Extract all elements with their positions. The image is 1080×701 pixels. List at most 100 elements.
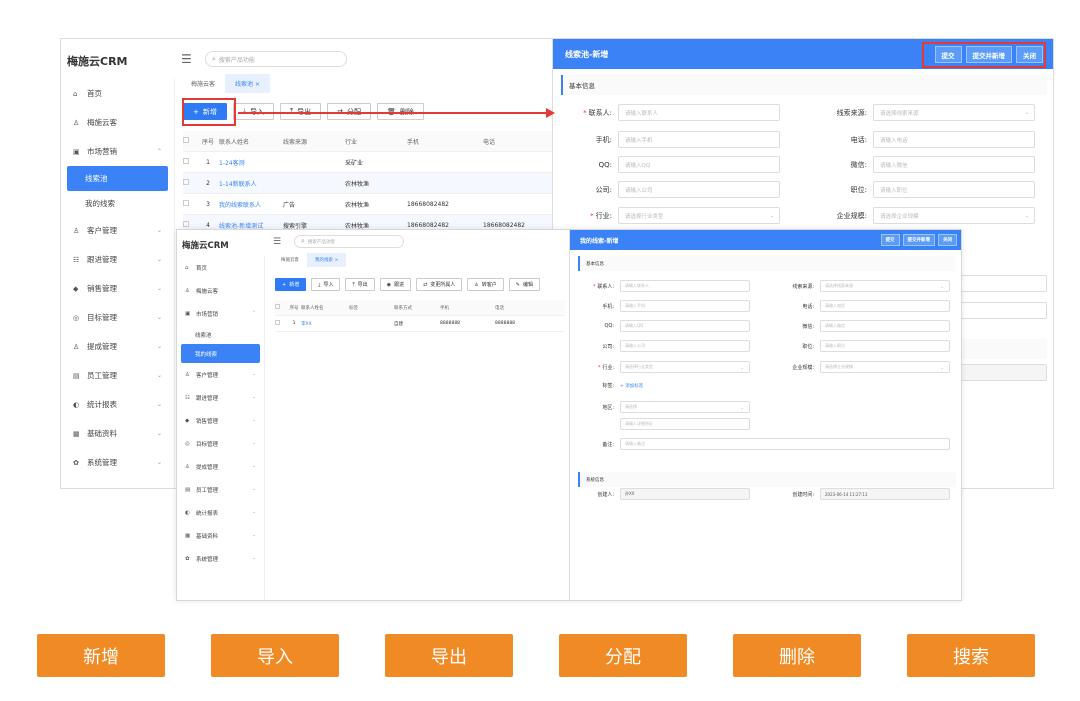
industry-select[interactable]: 请选择行业类型 ⌄ (620, 361, 750, 373)
column-header: 联系方式 (394, 305, 412, 311)
sidebar-item-staff[interactable]: ▤ 员工管理 ⌄ (177, 478, 264, 501)
scale-select[interactable]: 请选择企业规模 ⌄ (820, 361, 950, 373)
tab-lead-pool[interactable]: 线索池 × (225, 73, 270, 93)
sidebar-item-system[interactable]: ✿ 系统管理 ⌄ (61, 448, 174, 477)
row-checkbox[interactable] (183, 158, 189, 164)
follow-up-button[interactable]: ◉ 跟进 (379, 278, 412, 291)
sidebar-item-followup[interactable]: ☷ 跟进管理 ⌄ (177, 386, 264, 409)
hamburger-menu-icon[interactable]: ☰ (181, 52, 195, 66)
sidebar-item-customer-mgmt[interactable]: ♙ 客户管理 ⌄ (177, 363, 264, 386)
hamburger-menu-icon[interactable]: ☰ (273, 237, 287, 247)
sidebar-item-marketing[interactable]: ▣ 市场营销 ⌃ (177, 302, 264, 325)
sidebar-subitem-lead-pool[interactable]: 线索池 (177, 325, 264, 344)
source-select[interactable]: 请选择线索来源 ⌄ (820, 280, 950, 292)
mobile-input[interactable]: 请输入手机 (618, 131, 780, 148)
sidebar-item-home[interactable]: ⌂ 首页 (177, 256, 264, 279)
sidebar-subitem-my-leads[interactable]: 我的线索 (61, 191, 174, 216)
sidebar-item-basic-data[interactable]: ▦ 基础资料 ⌄ (61, 419, 174, 448)
change-owner-button[interactable]: ⇄ 变更所属人 (416, 278, 463, 291)
table-row[interactable]: 3 我的线索联系人 广告 农林牧渔 18668082482 (183, 194, 553, 215)
phone-input[interactable]: 请输入电话 (873, 131, 1035, 148)
sidebar-item-system[interactable]: ✿ 系统管理 ⌄ (177, 547, 264, 570)
company-input[interactable]: 请输入公司 (618, 181, 780, 198)
contact-input[interactable]: 请输入联系人 (618, 104, 780, 121)
select-all-checkbox[interactable] (183, 137, 189, 143)
contact-link[interactable]: 我的线索联系人 (219, 200, 283, 209)
sidebar-item-customers[interactable]: ♙ 梅施云客 (177, 279, 264, 302)
sidebar-subitem-my-leads[interactable]: 我的线索 (181, 344, 260, 363)
field-qq: QQ: 请输入QQ (578, 320, 750, 332)
sidebar-item-label: 销售管理 (196, 418, 219, 425)
address-input[interactable]: 请输入详细地址 (620, 418, 750, 430)
qq-input[interactable]: 请输入QQ (618, 156, 780, 173)
sidebar-item-basic-data[interactable]: ▦ 基础资料 ⌄ (177, 524, 264, 547)
table-row[interactable]: 1 1-24客测 采矿业 (183, 152, 553, 173)
row-checkbox[interactable] (275, 320, 280, 325)
close-icon[interactable]: × (255, 81, 260, 88)
field-tags: 标签: + 添加标签 (578, 382, 643, 389)
import-button[interactable]: ⤓导入 (311, 278, 341, 291)
wechat-input[interactable]: 请输入微信 (873, 156, 1035, 173)
button-label: 导入 (323, 282, 334, 288)
table-row[interactable]: 2 1-14新联系人 农林牧渔 (183, 173, 553, 194)
edit-button[interactable]: ✎ 编辑 (508, 278, 541, 291)
contact-link[interactable]: 1-24客测 (219, 158, 283, 167)
contact-input[interactable]: 请输入联系人 (620, 280, 750, 292)
sidebar-item-sales[interactable]: ◆ 销售管理 ⌄ (177, 409, 264, 432)
scale-select[interactable]: 请选择企业规模 ⌄ (873, 207, 1035, 224)
submit-and-add-button[interactable]: 提交并新增 (902, 234, 935, 246)
search-input[interactable]: ⌕ 搜索产品功能 (294, 235, 404, 248)
sidebar-item-goals[interactable]: ◎ 目标管理 ⌄ (177, 432, 264, 455)
field-source: 线索来源: 请选择线索来源 ⌄ (760, 280, 950, 292)
phone-input[interactable]: 请输入电话 (820, 300, 950, 312)
position-input[interactable]: 请输入职位 (873, 181, 1035, 198)
sidebar-item-commission[interactable]: ♙ 提成管理 ⌄ (177, 455, 264, 478)
table-row[interactable]: 1 李XX 自建 8888888 8888888 (275, 316, 565, 332)
sidebar-item-followup[interactable]: ☷ 跟进管理 ⌄ (61, 245, 174, 274)
sidebar-item-customer-mgmt[interactable]: ♙ 客户管理 ⌄ (61, 216, 174, 245)
source-select[interactable]: 请选择线索来源 ⌄ (873, 104, 1035, 121)
sidebar-item-reports[interactable]: ◐ 统计报表 ⌄ (61, 390, 174, 419)
sidebar-item-staff[interactable]: ▤ 员工管理 ⌄ (61, 361, 174, 390)
sidebar-item-customers[interactable]: ♙ 梅施云客 (61, 108, 174, 137)
contact-link[interactable]: 1-14新联系人 (219, 179, 283, 188)
search-input[interactable]: ⌕ 搜索产品功能 (205, 51, 347, 67)
row-checkbox[interactable] (183, 200, 189, 206)
tab-customers[interactable]: 梅施云客 (181, 74, 225, 93)
select-all-checkbox[interactable] (275, 304, 280, 309)
follow-icon: ◉ (386, 281, 392, 288)
partial-input[interactable] (953, 302, 1047, 319)
area-select[interactable]: 请选择 ⌄ (620, 401, 750, 413)
close-icon[interactable]: × (334, 258, 338, 263)
chevron-down-icon: ⌄ (252, 395, 256, 400)
sidebar-item-home[interactable]: ⌂ 首页 (61, 79, 174, 108)
sidebar-item-reports[interactable]: ◐ 统计报表 ⌄ (177, 501, 264, 524)
sidebar-item-sales[interactable]: ◆ 销售管理 ⌄ (61, 274, 174, 303)
submit-button[interactable]: 提交 (880, 234, 900, 246)
industry-select[interactable]: 请选择行业类型 ⌄ (618, 207, 780, 224)
sidebar-item-marketing[interactable]: ▣ 市场营销 ⌃ (61, 137, 174, 166)
to-customer-button[interactable]: ♙ 转客户 (467, 278, 504, 291)
sidebar-item-goals[interactable]: ◎ 目标管理 ⌄ (61, 303, 174, 332)
qq-input[interactable]: 请输入QQ (620, 320, 750, 332)
export-button[interactable]: ⤒导出 (345, 278, 375, 291)
tab-customers[interactable]: 梅施云客 (273, 253, 307, 267)
select-placeholder: 请选择线索来源 (825, 283, 853, 288)
row-checkbox[interactable] (183, 221, 189, 227)
sidebar-subitem-lead-pool[interactable]: 线索池 (67, 166, 168, 191)
company-input[interactable]: 请输入公司 (620, 340, 750, 352)
sidebar-item-commission[interactable]: ♙ 提成管理 ⌄ (61, 332, 174, 361)
position-input[interactable]: 请输入职位 (820, 340, 950, 352)
wechat-input[interactable]: 请输入微信 (820, 320, 950, 332)
remark-input[interactable]: 请输入备注 (620, 438, 950, 450)
top-bar: ☰ ⌕ 搜索产品功能 (273, 235, 404, 248)
mobile-input[interactable]: 请输入手机 (620, 300, 750, 312)
contact-link[interactable]: 李XX (301, 321, 349, 327)
add-tag-link[interactable]: + 添加标签 (620, 383, 643, 389)
partial-input[interactable] (953, 275, 1047, 292)
column-header: 序号 (289, 305, 299, 311)
close-button[interactable]: 关闭 (938, 234, 957, 246)
tab-my-leads[interactable]: 我的线索 × (307, 253, 347, 267)
row-checkbox[interactable] (183, 179, 189, 185)
add-button[interactable]: + 新增 (275, 278, 307, 291)
